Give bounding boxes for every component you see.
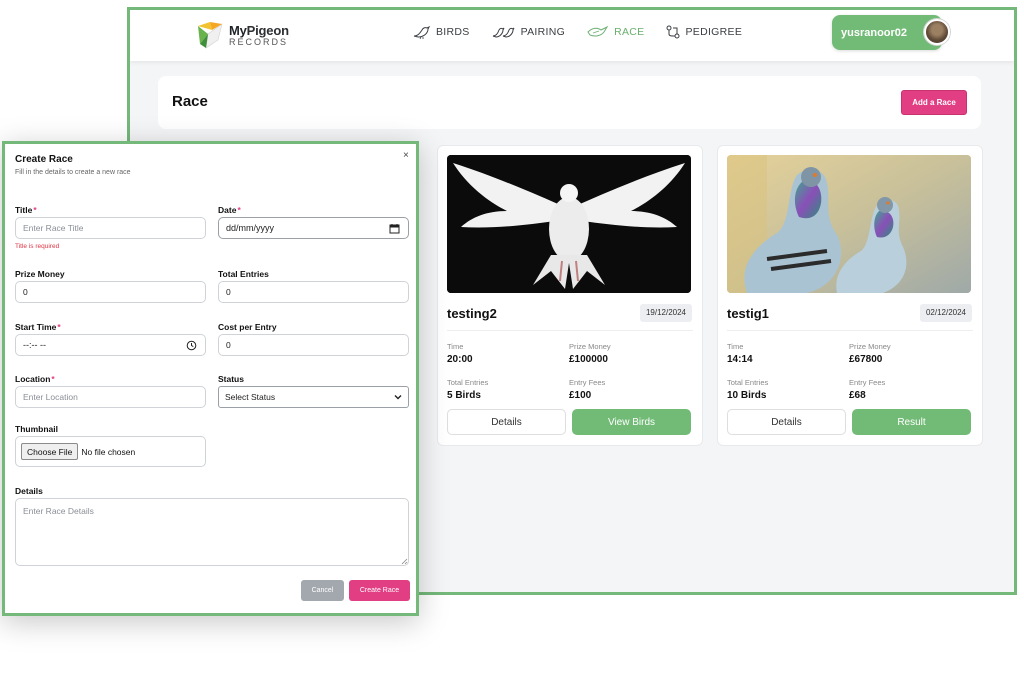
stat-prize: Prize Money £67800 — [849, 342, 891, 365]
race-thumbnail — [727, 155, 971, 293]
details-button[interactable]: Details — [447, 409, 566, 435]
total-entries-input[interactable] — [218, 281, 409, 303]
location-label: Location* — [15, 374, 55, 384]
status-label: Status — [218, 374, 244, 384]
race-card: testing2 19/12/2024 Time 20:00 Prize Mon… — [437, 145, 703, 446]
resize-grip-icon[interactable] — [401, 558, 408, 565]
create-race-button[interactable]: Create Race — [349, 580, 410, 601]
details-button[interactable]: Details — [727, 409, 846, 435]
nav-birds[interactable]: BIRDS — [413, 25, 470, 39]
brand-subtitle: RECORDS — [229, 36, 289, 47]
thumbnail-file-input[interactable]: Choose File No file chosen — [15, 436, 206, 467]
thumbnail-label: Thumbnail — [15, 424, 58, 434]
details-label: Details — [15, 486, 43, 496]
start-time-input[interactable]: --:-- -- — [15, 334, 206, 356]
title-input[interactable] — [15, 217, 206, 239]
calendar-icon[interactable] — [389, 223, 400, 234]
clock-icon[interactable] — [186, 340, 197, 351]
date-input[interactable]: dd/mm/yyyy — [218, 217, 409, 239]
start-time-label: Start Time* — [15, 322, 61, 332]
divider — [447, 330, 693, 331]
brand-logo[interactable]: MyPigeon RECORDS — [196, 18, 289, 52]
cost-label: Cost per Entry — [218, 322, 277, 332]
nav-race[interactable]: RACE — [587, 25, 644, 39]
race-header-panel: Race Add a Race — [158, 76, 981, 129]
choose-file-button[interactable]: Choose File — [21, 443, 79, 460]
stat-entries: Total Entries 10 Birds — [727, 378, 769, 401]
create-race-modal: Create Race Fill in the details to creat… — [2, 141, 419, 616]
result-button[interactable]: Result — [852, 409, 971, 435]
title-error: Title is required — [15, 243, 60, 250]
page-title: Race — [172, 93, 208, 110]
stat-entries: Total Entries 5 Birds — [447, 378, 489, 401]
add-race-button[interactable]: Add a Race — [901, 90, 967, 115]
race-card: testig1 02/12/2024 Time 14:14 Prize Mone… — [717, 145, 983, 446]
modal-title: Create Race — [15, 154, 73, 165]
bird-icon — [413, 25, 431, 39]
status-select[interactable]: Select Status — [218, 386, 409, 408]
stat-prize: Prize Money £100000 — [569, 342, 611, 365]
stat-time: Time 14:14 — [727, 342, 753, 365]
modal-subtitle: Fill in the details to create a new race — [15, 169, 131, 176]
date-badge: 02/12/2024 — [919, 304, 972, 322]
cost-per-entry-input[interactable] — [218, 334, 409, 356]
race-name: testig1 — [727, 306, 769, 321]
stat-fees: Entry Fees £100 — [569, 378, 606, 401]
file-status: No file chosen — [81, 446, 136, 457]
pigeon-logo-icon — [196, 20, 226, 50]
title-label: Title* — [15, 205, 37, 215]
divider — [727, 330, 973, 331]
prize-money-input[interactable] — [15, 281, 206, 303]
pair-birds-icon — [492, 27, 515, 38]
nav-pedigree[interactable]: PEDIGREE — [666, 25, 742, 39]
date-label: Date* — [218, 205, 241, 215]
brand-name: MyPigeon — [229, 22, 289, 38]
main-nav: BIRDS PAIRING RACE PEDIGREE — [413, 25, 764, 39]
details-textarea[interactable] — [15, 498, 409, 566]
location-input[interactable] — [15, 386, 206, 408]
race-bird-icon — [587, 25, 609, 37]
top-navbar: MyPigeon RECORDS BIRDS PAIRING RACE PEDI… — [130, 10, 1014, 61]
view-birds-button[interactable]: View Birds — [572, 409, 691, 435]
entries-label: Total Entries — [218, 269, 269, 279]
chevron-down-icon — [394, 395, 402, 400]
stat-time: Time 20:00 — [447, 342, 473, 365]
nav-pairing[interactable]: PAIRING — [492, 25, 566, 39]
race-name: testing2 — [447, 306, 497, 321]
pedigree-icon — [666, 25, 680, 39]
avatar[interactable] — [924, 19, 950, 45]
close-icon[interactable]: × — [403, 150, 409, 161]
date-badge: 19/12/2024 — [639, 304, 692, 322]
prize-label: Prize Money — [15, 269, 65, 279]
username: yusranoor02 — [841, 26, 908, 39]
cancel-button[interactable]: Cancel — [301, 580, 344, 601]
stat-fees: Entry Fees £68 — [849, 378, 886, 401]
race-thumbnail — [447, 155, 691, 293]
